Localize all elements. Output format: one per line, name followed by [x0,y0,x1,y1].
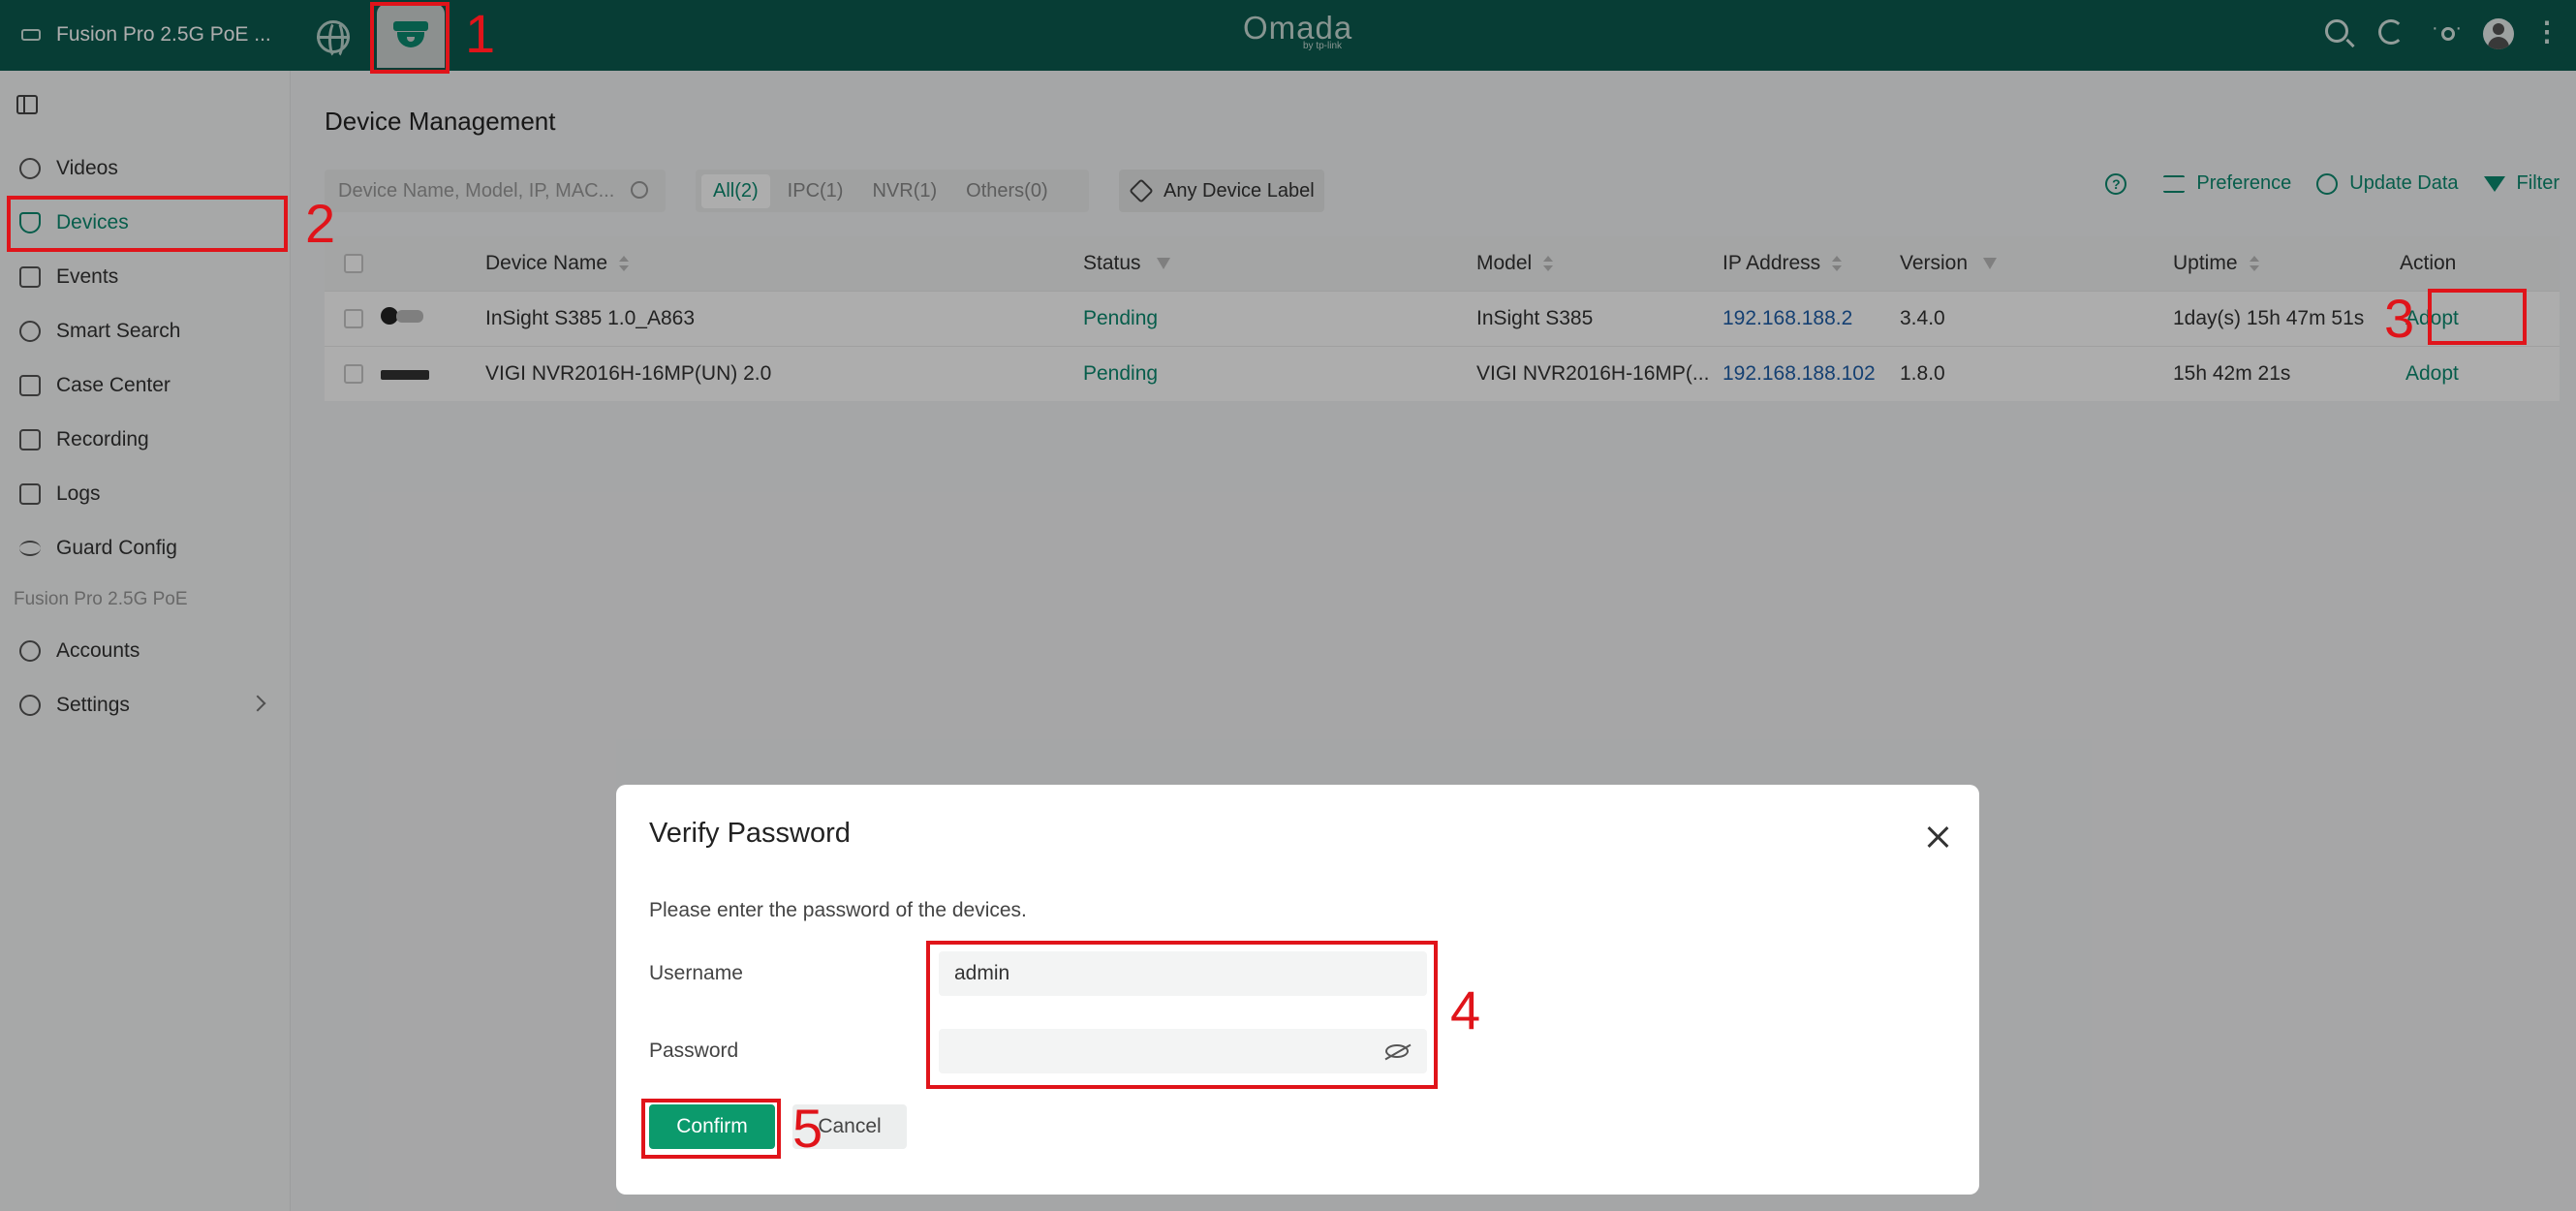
annotation-box-3 [2428,289,2527,345]
annotation-box-2 [7,196,288,252]
annotation-number-3: 3 [2384,288,2415,349]
annotation-box-5 [641,1099,781,1159]
dialog-description: Please enter the password of the devices… [649,899,1027,921]
dialog-title: Verify Password [649,818,851,849]
annotation-number-1: 1 [465,3,496,64]
close-icon[interactable] [1925,825,1952,853]
password-label: Password [649,1040,739,1062]
username-label: Username [649,962,743,984]
annotation-number-5: 5 [792,1098,823,1159]
annotation-number-2: 2 [305,193,336,254]
annotation-box-1 [370,2,450,74]
annotation-number-4: 4 [1450,979,1481,1040]
annotation-box-4 [926,941,1438,1089]
